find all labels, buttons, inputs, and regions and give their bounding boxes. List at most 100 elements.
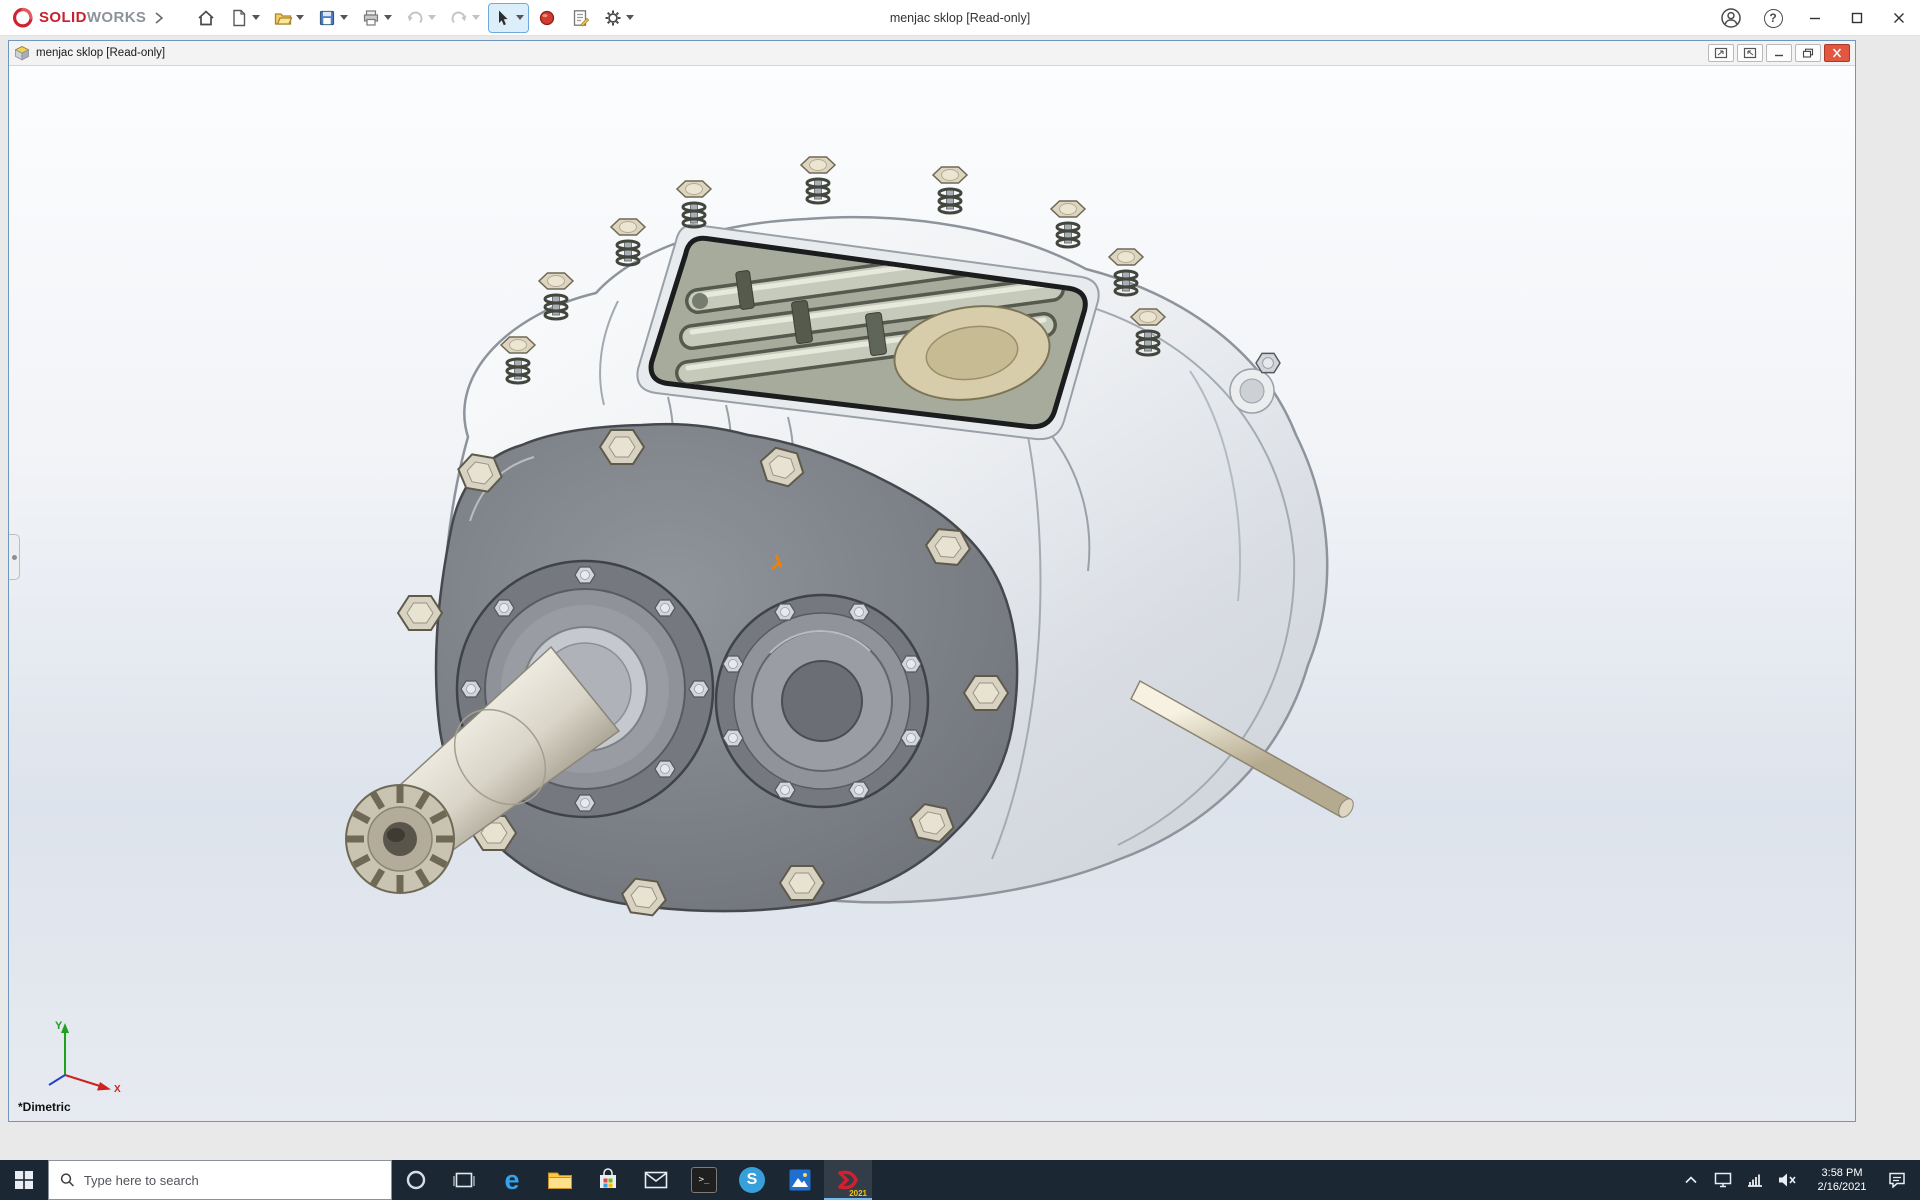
save-dropdown-caret-icon[interactable] xyxy=(340,15,348,20)
volume-muted-icon xyxy=(1777,1172,1797,1188)
options-button[interactable] xyxy=(599,4,638,32)
task-view-icon xyxy=(453,1170,475,1190)
edge-button[interactable]: e xyxy=(488,1160,536,1200)
volume-tray-button[interactable] xyxy=(1771,1160,1803,1200)
display-icon xyxy=(1714,1172,1732,1188)
file-explorer-icon xyxy=(547,1169,573,1191)
user-avatar-icon xyxy=(1720,7,1742,29)
view-orientation-label: *Dimetric xyxy=(18,1100,71,1114)
maximize-icon xyxy=(1850,11,1864,25)
command-prompt-button[interactable]: >_ xyxy=(680,1160,728,1200)
new-document-icon xyxy=(229,8,249,28)
hidden-icons-button[interactable] xyxy=(1675,1160,1707,1200)
document-titlebar[interactable]: menjac sklop [Read-only] xyxy=(9,41,1855,65)
maximize-app-button[interactable] xyxy=(1836,0,1878,36)
options-dropdown-caret-icon[interactable] xyxy=(626,15,634,20)
print-dropdown-caret-icon[interactable] xyxy=(384,15,392,20)
close-document-icon xyxy=(1831,48,1843,58)
rebuild-icon xyxy=(537,8,557,28)
clock-date: 2/16/2021 xyxy=(1818,1180,1867,1194)
taskbar-clock[interactable]: 3:58 PM 2/16/2021 xyxy=(1803,1166,1881,1194)
save-icon xyxy=(317,8,337,28)
save-button[interactable] xyxy=(313,4,352,32)
minimize-app-button[interactable] xyxy=(1794,0,1836,36)
graphics-viewport[interactable]: Y X *Dimetric xyxy=(9,65,1855,1121)
skype-icon: S xyxy=(739,1167,765,1193)
help-glyph: ? xyxy=(1769,11,1776,25)
gearbox-3d-model[interactable] xyxy=(9,66,1855,1121)
print-icon xyxy=(361,8,381,28)
redo-dropdown-caret-icon[interactable] xyxy=(472,15,480,20)
network-icon xyxy=(1746,1173,1764,1187)
open-button[interactable] xyxy=(269,4,308,32)
rebuild-button[interactable] xyxy=(533,4,561,32)
file-properties-button[interactable] xyxy=(566,4,594,32)
document-window-controls xyxy=(1708,44,1850,62)
new-dropdown-caret-icon[interactable] xyxy=(252,15,260,20)
display-tray-button[interactable] xyxy=(1707,1160,1739,1200)
select-tool-button[interactable] xyxy=(489,4,528,32)
minimize-icon xyxy=(1808,11,1822,25)
document-title: menjac sklop [Read-only] xyxy=(36,47,165,59)
system-tray: 3:58 PM 2/16/2021 xyxy=(1675,1160,1920,1200)
redo-icon xyxy=(449,8,469,28)
action-center-button[interactable] xyxy=(1881,1160,1913,1200)
open-folder-icon xyxy=(273,8,293,28)
minimize-document-button[interactable] xyxy=(1766,44,1792,62)
app-titlebar: SOLIDWORKS xyxy=(0,0,1920,36)
home-button[interactable] xyxy=(192,4,220,32)
network-tray-button[interactable] xyxy=(1739,1160,1771,1200)
search-input[interactable] xyxy=(84,1173,380,1188)
triad-x-label: X xyxy=(114,1084,121,1093)
breadcrumb-chevron-icon[interactable] xyxy=(154,12,164,24)
print-button[interactable] xyxy=(357,4,396,32)
select-dropdown-caret-icon[interactable] xyxy=(516,15,524,20)
document-window: menjac sklop [Read-only] xyxy=(8,40,1856,1122)
titlebar-right-controls: ? xyxy=(1710,0,1920,36)
redo-button[interactable] xyxy=(445,4,484,32)
open-dropdown-caret-icon[interactable] xyxy=(296,15,304,20)
featuremanager-collapsed-tab[interactable] xyxy=(9,534,20,580)
float-window-icon xyxy=(1743,47,1757,59)
restore-document-icon xyxy=(1802,48,1814,58)
chevron-up-icon xyxy=(1685,1176,1697,1184)
app-title: menjac sklop [Read-only] xyxy=(890,0,1030,36)
solidworks-taskbar-button[interactable]: 2021 xyxy=(824,1160,872,1200)
solidworks-logo: SOLIDWORKS xyxy=(10,6,146,30)
store-button[interactable] xyxy=(584,1160,632,1200)
windows-logo-icon xyxy=(15,1171,33,1189)
cortana-button[interactable] xyxy=(392,1160,440,1200)
restore-document-button[interactable] xyxy=(1795,44,1821,62)
quick-access-toolbar xyxy=(192,4,638,32)
solidworks-version-badge: 2021 xyxy=(849,1189,867,1198)
float-window-button[interactable] xyxy=(1737,44,1763,62)
arrange-windows-button[interactable] xyxy=(1708,44,1734,62)
reference-triad: Y X xyxy=(31,1015,123,1093)
store-icon xyxy=(596,1168,620,1192)
mail-button[interactable] xyxy=(632,1160,680,1200)
select-cursor-icon xyxy=(493,8,513,28)
task-view-button[interactable] xyxy=(440,1160,488,1200)
triad-y-label: Y xyxy=(55,1020,63,1032)
clock-time: 3:58 PM xyxy=(1822,1166,1863,1180)
file-properties-icon xyxy=(570,8,590,28)
skype-button[interactable]: S xyxy=(728,1160,776,1200)
close-document-button[interactable] xyxy=(1824,44,1850,62)
command-prompt-icon: >_ xyxy=(691,1167,717,1193)
undo-button[interactable] xyxy=(401,4,440,32)
action-center-icon xyxy=(1888,1172,1906,1188)
account-button[interactable] xyxy=(1710,0,1752,36)
part-document-icon xyxy=(14,45,30,61)
start-button[interactable] xyxy=(0,1160,48,1200)
brand-solid: SOLID xyxy=(39,9,87,26)
new-document-button[interactable] xyxy=(225,4,264,32)
close-app-button[interactable] xyxy=(1878,0,1920,36)
photos-button[interactable] xyxy=(776,1160,824,1200)
undo-icon xyxy=(405,8,425,28)
taskbar-search[interactable] xyxy=(48,1160,392,1200)
undo-dropdown-caret-icon[interactable] xyxy=(428,15,436,20)
mail-icon xyxy=(644,1171,668,1189)
help-button[interactable]: ? xyxy=(1752,0,1794,36)
file-explorer-button[interactable] xyxy=(536,1160,584,1200)
close-icon xyxy=(1892,11,1906,25)
